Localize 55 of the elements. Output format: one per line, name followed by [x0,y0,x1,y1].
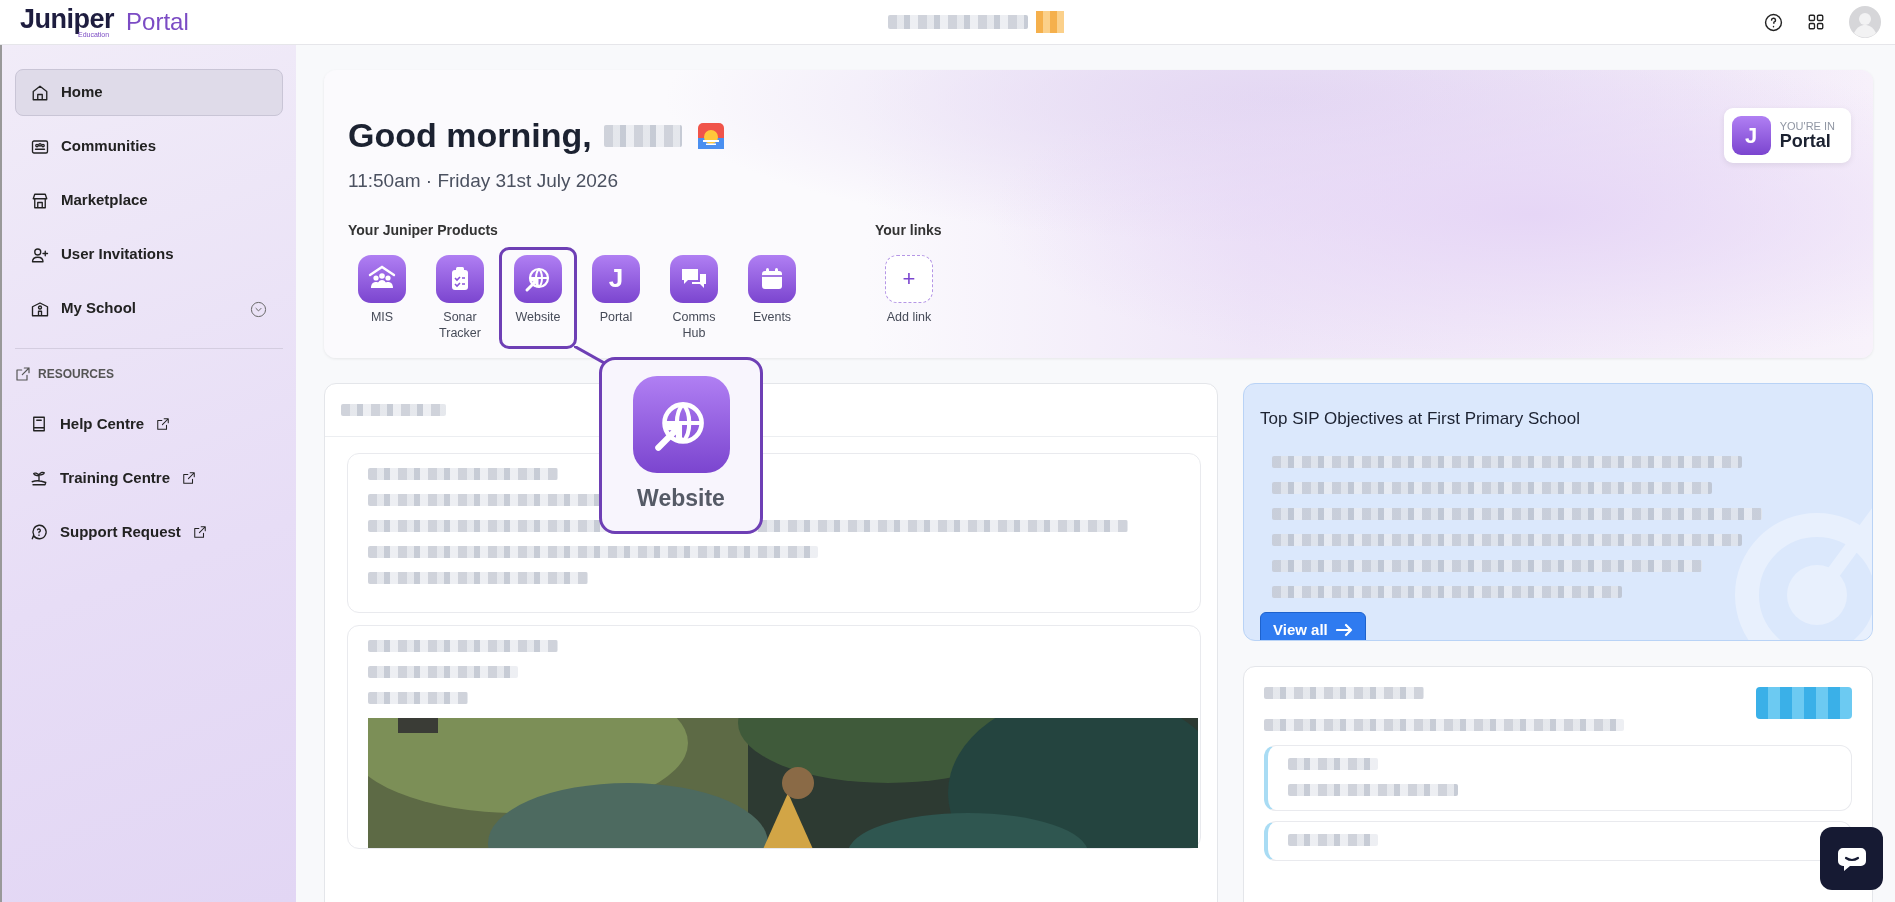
product-tile[interactable]: MIS [343,246,421,349]
chat-button[interactable] [1820,827,1883,890]
nav-item[interactable]: Home [15,69,283,116]
resource-link[interactable]: Training Centre [15,451,283,505]
product-tile[interactable]: J Portal [577,246,655,349]
product-tile[interactable]: Website [499,246,577,349]
product-name: Portal [126,7,189,37]
globe-arrow-icon [514,254,562,303]
nav-item[interactable]: My School [15,285,283,332]
nav-item[interactable]: User Invitations [15,231,283,278]
home-icon [31,83,49,102]
greeting: Good morning, [348,115,592,156]
date-time: 11:50am · Friday 31st July 2026 [348,169,619,193]
card-title: Top SIP Objectives at First Primary School [1260,408,1581,430]
product-tile[interactable]: Comms Hub [655,246,733,349]
chat-icon [670,254,718,303]
expand-chevron-icon[interactable] [250,300,267,318]
apps-grid-icon[interactable] [1807,13,1825,31]
people-board-icon [31,137,49,156]
external-link-icon [182,471,197,485]
help-icon[interactable] [1764,12,1783,32]
blurred-image [1036,11,1065,33]
app-icon: J [1731,116,1771,155]
book-icon [30,415,48,433]
product-tile[interactable]: Events [733,246,811,349]
product-tile[interactable]: Sonar Tracker [421,246,499,349]
app-icon: J [592,254,640,303]
logo-text: Juniper [20,6,115,33]
view-all-button[interactable]: View all [1260,611,1366,640]
resource-link[interactable]: Support Request [15,505,283,559]
people-house-icon [358,254,406,303]
nav-item[interactable]: Marketplace [15,177,283,224]
external-link-icon [15,365,31,383]
seedling-icon [30,469,48,487]
nav-item[interactable]: Communities [15,123,283,170]
external-link-icon [192,525,207,539]
calendar-icon [748,254,796,303]
help-icon [30,523,48,541]
product-label: Website [637,484,725,513]
store-icon [31,191,49,210]
clipboard-icon [436,254,484,303]
school-icon [31,299,49,318]
badge-caption: YOU'RE IN [1779,119,1835,132]
add-user-icon [31,245,49,264]
add-link-button[interactable]: + Add link [870,246,948,333]
leader-line [574,346,606,364]
chat-bubble-icon [1836,845,1867,872]
resource-link[interactable]: Help Centre [15,397,283,451]
arrow-right-icon [1335,622,1353,637]
section-title: Your Juniper Products [348,220,499,240]
section-heading: RESOURCES [38,366,114,383]
section-title: Your links [875,220,943,240]
badge-product: Portal [1779,131,1832,152]
sunrise-icon [697,122,724,149]
external-link-icon [156,417,171,431]
